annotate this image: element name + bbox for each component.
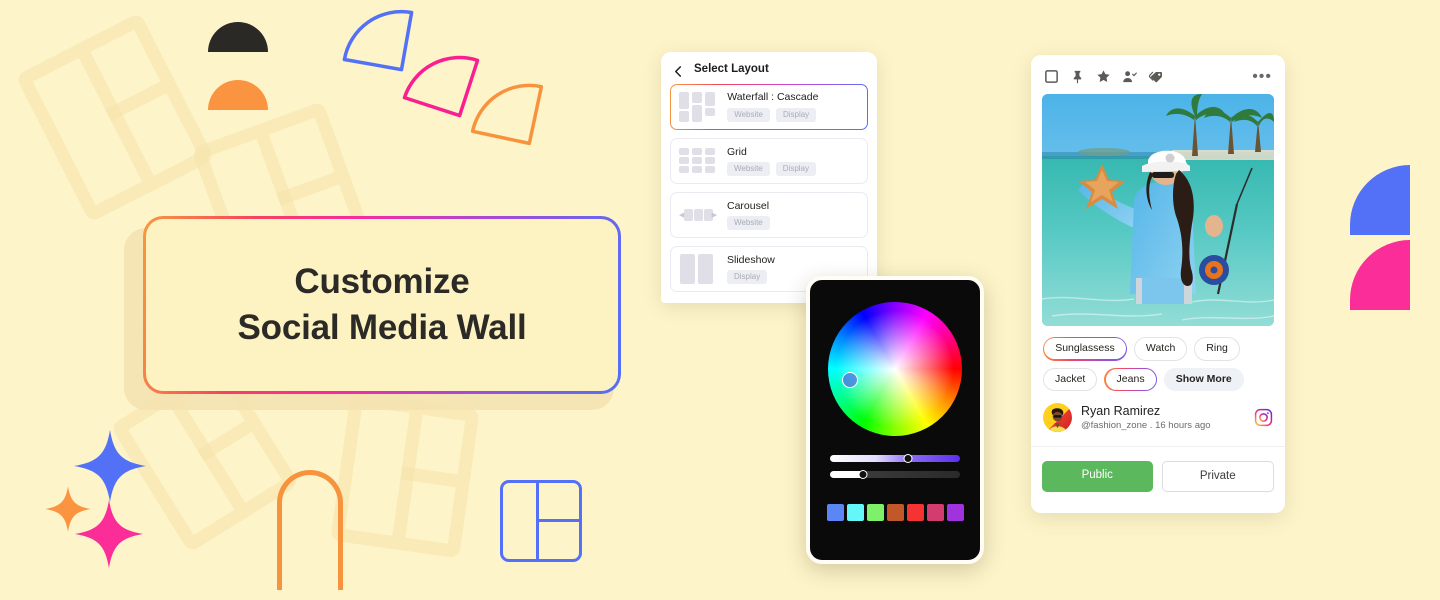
color-swatch[interactable]: [866, 504, 884, 521]
orange-sparkle-shape: [44, 485, 92, 533]
pink-solid-quarter-shape: [1350, 240, 1410, 310]
color-swatch[interactable]: [906, 504, 924, 521]
layout-tag: Website: [727, 107, 770, 122]
dark-semicircle-shape: [208, 22, 268, 52]
author-name: Ryan Ramirez: [1081, 404, 1161, 418]
pin-icon[interactable]: [1070, 69, 1085, 84]
slideshow-thumbnail-icon: [679, 254, 717, 285]
ghost-grid-shape-1: [15, 12, 215, 223]
tag-label: Sunglassess: [1044, 338, 1126, 360]
star-icon[interactable]: [1096, 69, 1111, 84]
post-photo: [1042, 94, 1274, 326]
tag-chip-ring[interactable]: Ring: [1194, 337, 1240, 361]
layout-option-label: Slideshow: [727, 253, 775, 266]
layout-tag: Website: [727, 162, 770, 177]
alpha-slider-thumb[interactable]: [858, 470, 867, 479]
color-wheel[interactable]: [828, 302, 962, 436]
color-swatch[interactable]: [926, 504, 944, 521]
orange-semicircle-shape: [208, 80, 268, 110]
tag-list: Sunglassess Watch Ring Jacket Jeans Show…: [1042, 337, 1274, 391]
blue-layout-outline-shape: [500, 480, 582, 562]
avatar: [1043, 403, 1072, 432]
instagram-icon[interactable]: [1254, 408, 1273, 427]
color-swatch-row: [826, 504, 964, 521]
social-post-card: ••• Sunglassess Watch Ring Jacket Jeans …: [1031, 55, 1285, 513]
tag-label: Jeans: [1105, 368, 1156, 390]
tag-icon[interactable]: [1148, 69, 1163, 84]
chevron-left-icon[interactable]: [673, 64, 684, 77]
orange-quarter-outline-shape: [470, 72, 544, 146]
layout-tag: Display: [727, 270, 768, 285]
private-button[interactable]: Private: [1161, 461, 1274, 492]
pink-sparkle-shape: [73, 498, 145, 570]
visibility-buttons: Public Private: [1031, 446, 1285, 492]
panel-title: Select Layout: [694, 63, 769, 75]
layout-option-label: Waterfall : Cascade: [727, 91, 819, 104]
layout-tag: Display: [775, 107, 817, 122]
color-swatch[interactable]: [846, 504, 864, 521]
ghost-grid-shape-4: [330, 391, 480, 559]
layout-option-label: Carousel: [727, 199, 770, 212]
layout-tag: Display: [775, 162, 816, 177]
headline-line-1: Customize: [294, 262, 470, 301]
layout-tag: Website: [727, 216, 770, 231]
blue-solid-quarter-shape: [1350, 165, 1410, 235]
hue-slider[interactable]: [830, 454, 960, 463]
blue-quarter-outline-shape: [342, 0, 414, 72]
grid-thumbnail-icon: [679, 146, 717, 176]
color-wheel-cursor[interactable]: [842, 372, 858, 388]
select-layout-panel: Select Layout Waterfall : Cascade Websit…: [661, 52, 877, 303]
tag-chip-watch[interactable]: Watch: [1133, 337, 1188, 361]
tag-chip-sunglassess[interactable]: Sunglassess: [1043, 337, 1127, 361]
card-toolbar: •••: [1042, 67, 1274, 84]
show-more-button[interactable]: Show More: [1163, 367, 1244, 391]
layout-option-carousel[interactable]: ◀ ▶ Carousel Website: [670, 192, 868, 239]
tag-chip-jeans[interactable]: Jeans: [1104, 367, 1157, 391]
hue-slider-thumb[interactable]: [903, 454, 913, 463]
carousel-thumbnail-icon: ◀ ▶: [679, 200, 717, 230]
layout-options-list: Waterfall : Cascade Website Display Grid…: [661, 84, 877, 293]
tag-chip-jacket[interactable]: Jacket: [1043, 367, 1098, 391]
headline-line-2: Social Media Wall: [237, 308, 527, 347]
alpha-slider[interactable]: [830, 470, 960, 479]
headline-card: Customize Social Media Wall: [143, 216, 621, 394]
blue-sparkle-shape: [72, 428, 148, 504]
color-swatch[interactable]: [886, 504, 904, 521]
post-author: Ryan Ramirez @fashion_zone . 16 hours ag…: [1042, 403, 1274, 432]
orange-arch-shape: [277, 470, 343, 590]
layout-option-label: Grid: [727, 145, 747, 158]
more-options-icon[interactable]: •••: [1252, 68, 1272, 84]
canvas: Customize Social Media Wall Select Layou…: [0, 0, 1440, 600]
pink-quarter-outline-shape: [402, 40, 480, 118]
layout-option-grid[interactable]: Grid Website Display: [670, 138, 868, 185]
public-button[interactable]: Public: [1042, 461, 1153, 492]
color-swatch[interactable]: [946, 504, 964, 521]
person-check-icon[interactable]: [1122, 69, 1137, 84]
layout-option-waterfall[interactable]: Waterfall : Cascade Website Display: [670, 84, 868, 131]
checkbox-icon[interactable]: [1044, 69, 1059, 84]
color-picker-panel: [806, 276, 984, 564]
waterfall-thumbnail-icon: [679, 92, 717, 123]
author-meta: @fashion_zone . 16 hours ago: [1081, 420, 1211, 431]
color-swatch[interactable]: [826, 504, 844, 521]
panel-header: Select Layout: [661, 52, 877, 84]
